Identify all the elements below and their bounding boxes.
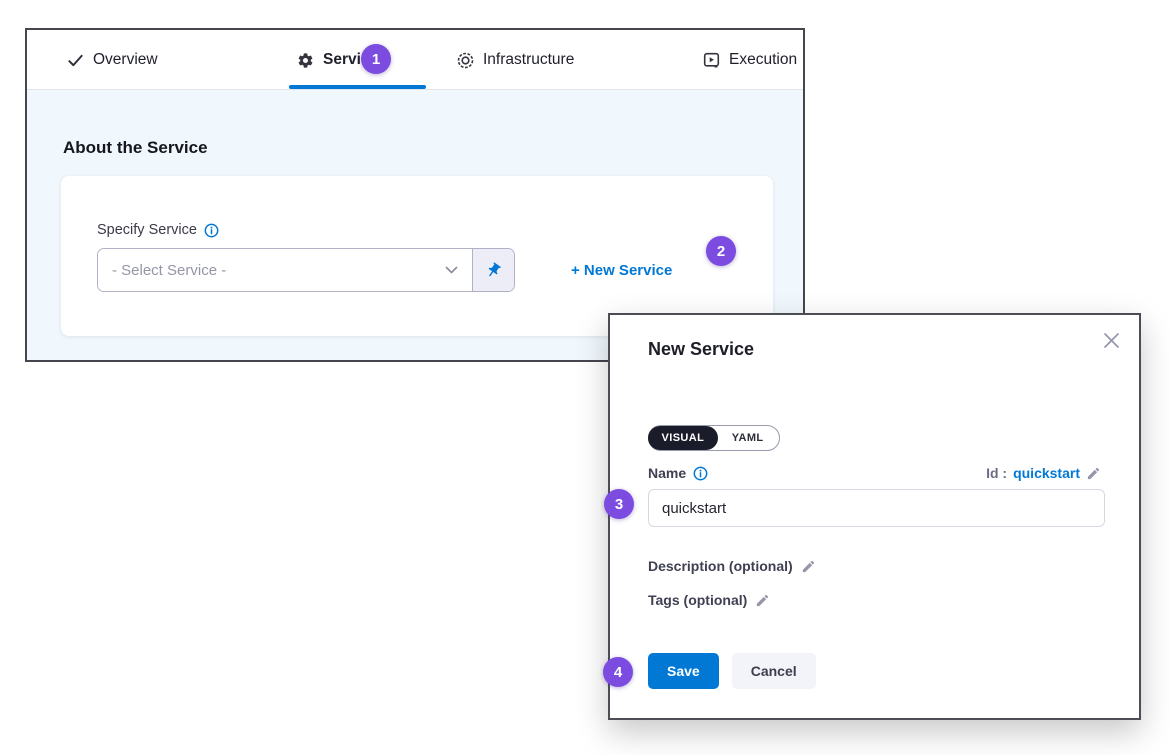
step-badge-1: 1 [361, 44, 391, 74]
tab-overview[interactable]: Overview [67, 30, 158, 90]
tab-execution-label: Execution [729, 51, 797, 69]
service-select-value: - Select Service - [112, 262, 445, 279]
id-prefix-label: Id : [986, 465, 1007, 481]
modal-actions: Save Cancel [648, 653, 816, 689]
toggle-visual-option[interactable]: VISUAL [648, 426, 719, 450]
tags-row: Tags (optional) [648, 592, 770, 608]
gear-icon [297, 52, 314, 69]
tab-infrastructure[interactable]: Infrastructure [457, 30, 574, 90]
chevron-down-icon [445, 266, 458, 274]
name-label-row: Name [648, 465, 708, 481]
specify-service-card: Specify Service - Select Service - + New… [61, 176, 773, 336]
pin-icon [482, 258, 506, 282]
id-value-link[interactable]: quickstart [1013, 465, 1080, 481]
pipeline-stage-panel: Overview Service Infrastructure Executio… [25, 28, 805, 362]
edit-icon[interactable] [755, 593, 770, 608]
description-row: Description (optional) [648, 558, 816, 574]
check-icon [67, 52, 84, 69]
info-icon[interactable] [204, 223, 219, 238]
description-label: Description (optional) [648, 558, 793, 574]
edit-icon[interactable] [1086, 466, 1101, 481]
cancel-button[interactable]: Cancel [732, 653, 816, 689]
tab-execution[interactable]: Execution [703, 30, 797, 90]
name-id-row: Name Id : quickstart [648, 465, 1101, 481]
close-icon[interactable] [1098, 327, 1124, 353]
step-badge-4: 4 [603, 657, 633, 687]
step-badge-3: 3 [604, 489, 634, 519]
tags-label: Tags (optional) [648, 592, 747, 608]
page: Overview Service Infrastructure Executio… [0, 0, 1170, 755]
step-badge-2: 2 [706, 236, 736, 266]
tab-infrastructure-label: Infrastructure [483, 51, 574, 69]
edit-icon[interactable] [801, 559, 816, 574]
visual-yaml-toggle: VISUAL YAML [648, 425, 780, 451]
active-tab-underline [289, 85, 426, 89]
stage-tab-bar: Overview Service Infrastructure Executio… [27, 30, 803, 90]
service-select-row: - Select Service - + New Service [97, 248, 672, 292]
service-select-dropdown[interactable]: - Select Service - [98, 249, 472, 291]
name-label: Name [648, 465, 686, 481]
tab-overview-label: Overview [93, 51, 158, 69]
service-name-input[interactable] [648, 489, 1105, 527]
modal-title: New Service [648, 339, 754, 360]
pin-service-button[interactable] [472, 249, 514, 291]
execution-icon [703, 52, 720, 69]
toggle-yaml-option[interactable]: YAML [717, 426, 779, 450]
about-service-heading: About the Service [63, 138, 208, 158]
new-service-link[interactable]: + New Service [571, 262, 672, 279]
new-service-modal: New Service VISUAL YAML Name Id : quicks… [608, 313, 1141, 720]
specify-service-label: Specify Service [97, 222, 197, 238]
infrastructure-icon [457, 52, 474, 69]
service-select-composite: - Select Service - [97, 248, 515, 292]
specify-service-label-row: Specify Service [97, 222, 219, 238]
save-button[interactable]: Save [648, 653, 719, 689]
service-id-row: Id : quickstart [986, 465, 1101, 481]
info-icon[interactable] [693, 466, 708, 481]
